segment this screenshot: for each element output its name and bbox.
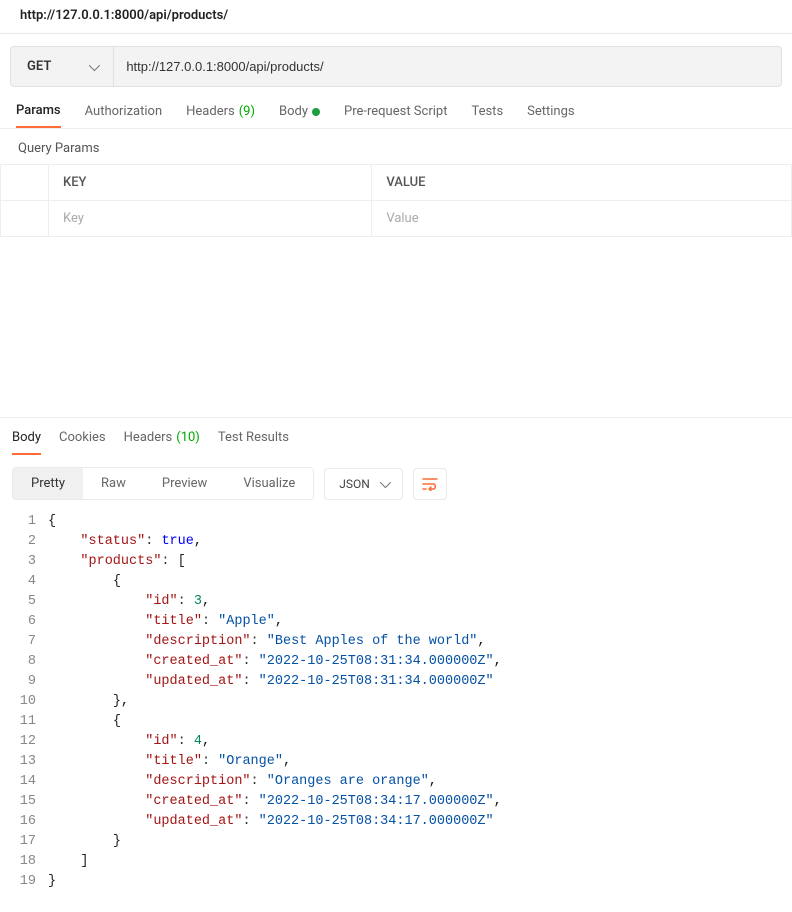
word-wrap-icon	[422, 477, 438, 491]
response-tabs: Body Cookies Headers (10) Test Results	[0, 418, 792, 455]
tab-tests[interactable]: Tests	[471, 103, 503, 128]
tab-response-headers[interactable]: Headers (10)	[124, 430, 200, 455]
url-input[interactable]	[114, 47, 781, 86]
tab-body[interactable]: Body	[279, 103, 320, 128]
params-value-input[interactable]: Value	[372, 201, 792, 237]
tab-response-cookies[interactable]: Cookies	[59, 430, 106, 455]
response-body-viewer[interactable]: 12345678910111213141516171819 { "status"…	[0, 512, 792, 912]
chevron-down-icon	[89, 59, 100, 70]
request-tab-title[interactable]: http://127.0.0.1:8000/api/products/	[0, 0, 792, 34]
tab-authorization[interactable]: Authorization	[85, 103, 163, 128]
http-method-label: GET	[27, 59, 51, 74]
response-headers-count-badge: (10)	[176, 430, 200, 445]
http-method-select[interactable]: GET	[11, 47, 114, 86]
tab-prerequest[interactable]: Pre-request Script	[344, 103, 447, 128]
params-key-input[interactable]: Key	[49, 201, 372, 237]
params-checkbox-header	[1, 165, 49, 201]
tab-response-tests[interactable]: Test Results	[218, 430, 289, 455]
request-bar: GET	[10, 46, 782, 87]
format-label: JSON	[339, 477, 370, 491]
line-number-gutter: 12345678910111213141516171819	[0, 512, 48, 892]
params-row-checkbox[interactable]	[1, 201, 49, 237]
view-mode-segment: Pretty Raw Preview Visualize	[12, 467, 314, 500]
view-pretty-button[interactable]: Pretty	[13, 468, 83, 499]
view-visualize-button[interactable]: Visualize	[225, 468, 313, 499]
params-value-header: VALUE	[372, 165, 792, 201]
query-params-table: KEY VALUE Key Value	[0, 164, 792, 237]
headers-count-badge: (9)	[239, 104, 255, 119]
query-params-label: Query Params	[0, 129, 792, 164]
tab-response-body[interactable]: Body	[12, 430, 41, 455]
response-headers-label: Headers	[124, 430, 173, 445]
tab-body-label: Body	[279, 104, 308, 119]
tab-headers-label: Headers	[186, 104, 235, 119]
tab-params[interactable]: Params	[16, 103, 61, 128]
format-select[interactable]: JSON	[324, 468, 403, 500]
view-raw-button[interactable]: Raw	[83, 468, 144, 499]
tab-settings[interactable]: Settings	[527, 103, 574, 128]
word-wrap-button[interactable]	[413, 468, 447, 500]
response-toolbar: Pretty Raw Preview Visualize JSON	[0, 455, 792, 512]
params-key-header: KEY	[49, 165, 372, 201]
response-body-code: { "status": true, "products": [ { "id": …	[48, 512, 502, 892]
request-tabs: Params Authorization Headers (9) Body Pr…	[0, 87, 792, 129]
body-modified-dot-icon	[312, 108, 320, 116]
table-row: Key Value	[1, 201, 792, 237]
tab-headers[interactable]: Headers (9)	[186, 103, 255, 128]
view-preview-button[interactable]: Preview	[144, 468, 225, 499]
chevron-down-icon	[380, 476, 391, 487]
